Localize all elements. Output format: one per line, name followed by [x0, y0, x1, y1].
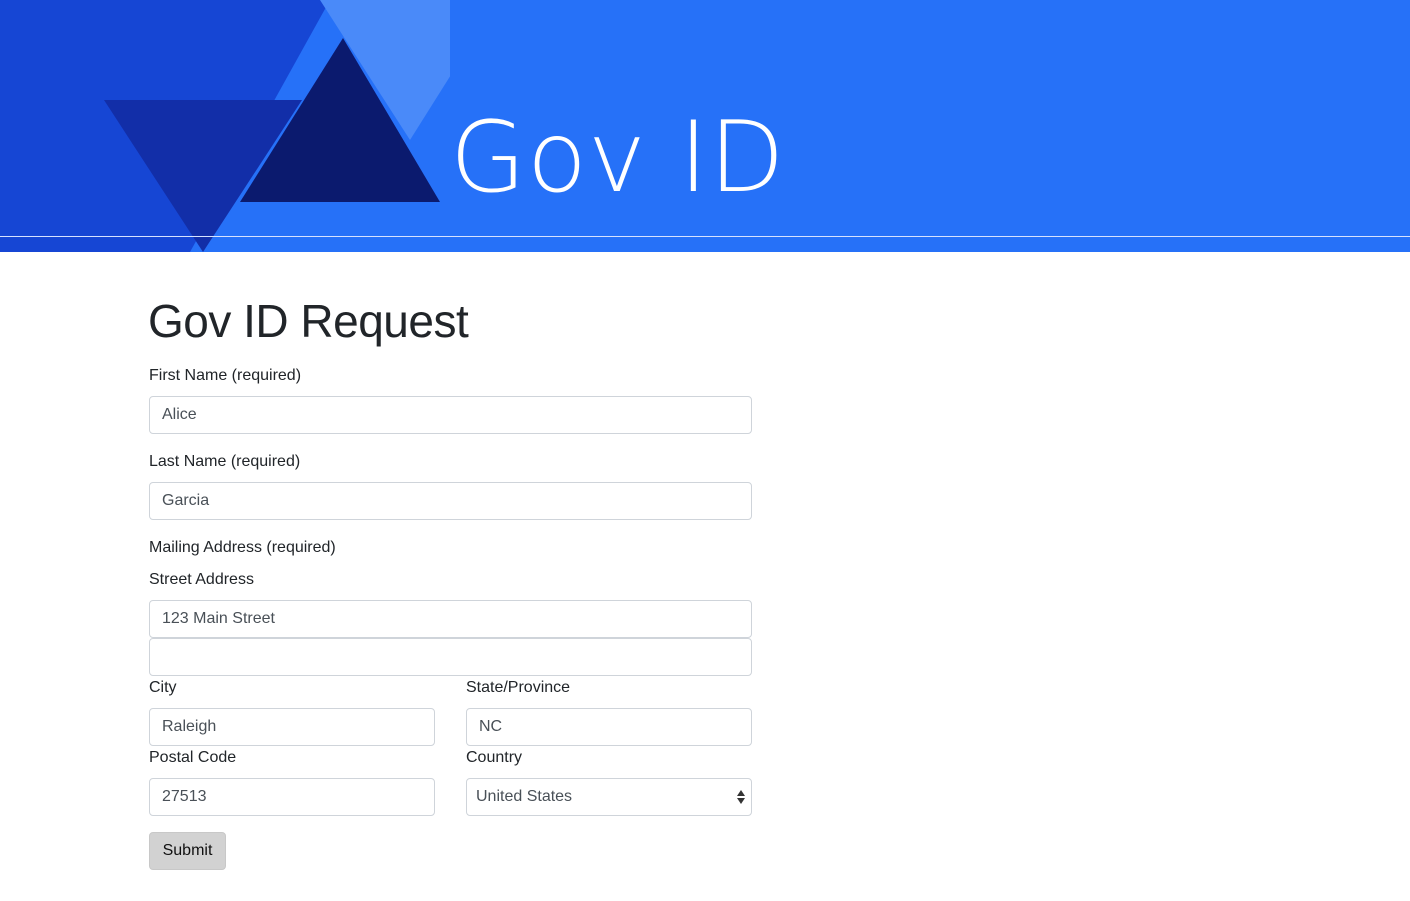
gov-id-logo-icon [0, 0, 450, 252]
street-address-label: Street Address [149, 571, 254, 588]
country-selected-value: United States [476, 788, 573, 805]
page-title: Gov ID Request [148, 295, 469, 347]
postal-code-input[interactable]: 27513 [149, 778, 435, 816]
postal-code-label: Postal Code [149, 749, 237, 766]
last-name-label: Last Name (required) [149, 453, 301, 470]
street-address-line2-input[interactable] [149, 638, 752, 676]
state-province-label: State/Province [466, 679, 571, 696]
city-input[interactable]: Raleigh [149, 708, 435, 746]
first-name-label: First Name (required) [149, 367, 302, 384]
street-address-line1-input[interactable]: 123 Main Street [149, 600, 752, 638]
submit-button[interactable]: Submit [149, 832, 226, 870]
site-title: Gov ID [450, 101, 786, 215]
country-select[interactable]: United States [466, 778, 752, 816]
last-name-input[interactable]: Garcia [149, 482, 752, 520]
select-updown-arrows-icon [737, 790, 745, 804]
banner-divider [0, 236, 1410, 237]
country-label: Country [466, 749, 523, 766]
city-label: City [149, 679, 177, 696]
header-banner: Gov ID [0, 0, 1410, 252]
first-name-input[interactable]: Alice [149, 396, 752, 434]
state-province-input[interactable]: NC [466, 708, 752, 746]
mailing-address-label: Mailing Address (required) [149, 539, 336, 556]
